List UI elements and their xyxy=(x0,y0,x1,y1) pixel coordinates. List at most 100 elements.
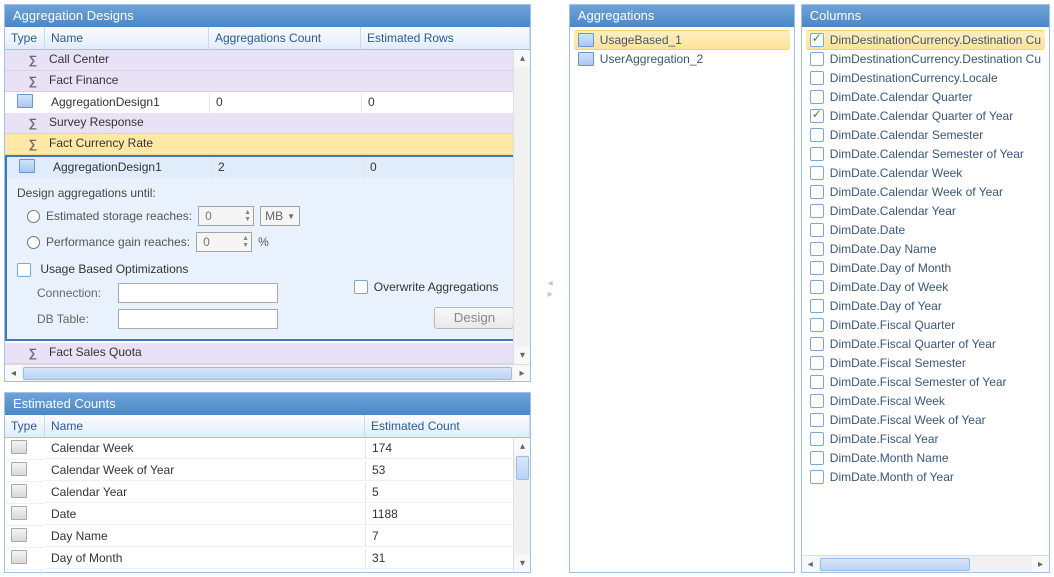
column-checkbox[interactable] xyxy=(810,185,824,199)
scroll-down-icon[interactable]: ▾ xyxy=(514,555,530,572)
column-item[interactable]: DimDate.Fiscal Semester xyxy=(806,354,1045,373)
column-checkbox[interactable] xyxy=(810,280,824,294)
column-item[interactable]: DimDate.Month Name xyxy=(806,449,1045,468)
column-checkbox[interactable] xyxy=(810,318,824,332)
col-agg[interactable]: Aggregations Count xyxy=(209,27,361,49)
column-checkbox[interactable] xyxy=(810,451,824,465)
col-est[interactable]: Estimated Rows xyxy=(361,27,530,49)
column-checkbox[interactable] xyxy=(810,128,824,142)
design-row[interactable]: AggregationDesign1 2 0 xyxy=(7,157,528,178)
radio-storage[interactable] xyxy=(27,210,40,223)
column-checkbox[interactable] xyxy=(810,394,824,408)
scroll-left-icon[interactable]: ◂ xyxy=(802,556,819,572)
aggregation-item[interactable]: UsageBased_1 xyxy=(574,30,790,50)
aggregation-item[interactable]: UserAggregation_2 xyxy=(574,50,790,69)
column-item[interactable]: DimDate.Month of Year xyxy=(806,468,1045,487)
radio-performance[interactable] xyxy=(27,236,40,249)
column-item[interactable]: DimDate.Fiscal Semester of Year xyxy=(806,373,1045,392)
column-checkbox[interactable] xyxy=(810,375,824,389)
column-checkbox[interactable] xyxy=(810,356,824,370)
scroll-thumb[interactable] xyxy=(516,456,529,480)
column-item[interactable]: DimDestinationCurrency.Destination Cu xyxy=(806,50,1045,69)
group-row[interactable]: ∑ Call Center xyxy=(5,50,530,71)
storage-unit-select[interactable]: MB▼ xyxy=(260,206,300,226)
connection-input[interactable] xyxy=(118,283,278,303)
column-item[interactable]: DimDate.Calendar Semester of Year xyxy=(806,145,1045,164)
column-checkbox[interactable] xyxy=(810,33,824,47)
column-item[interactable]: DimDate.Calendar Year xyxy=(806,202,1045,221)
column-checkbox[interactable] xyxy=(810,432,824,446)
column-item[interactable]: DimDate.Fiscal Week of Year xyxy=(806,411,1045,430)
table-row[interactable]: Date 1188 xyxy=(5,504,530,526)
column-item[interactable]: DimDate.Calendar Quarter of Year xyxy=(806,107,1045,126)
column-item[interactable]: DimDestinationCurrency.Destination Cu xyxy=(806,30,1045,50)
col-type[interactable]: Type xyxy=(5,27,45,49)
design-icon xyxy=(17,94,33,108)
group-row[interactable]: ∑ Fact Currency Rate xyxy=(5,134,530,155)
vertical-scrollbar[interactable]: ▴ ▾ xyxy=(513,438,530,572)
dbtable-input[interactable] xyxy=(118,309,278,329)
horizontal-scrollbar[interactable]: ◂ ▸ xyxy=(5,364,530,381)
column-item[interactable]: DimDate.Date xyxy=(806,221,1045,240)
column-item[interactable]: DimDate.Day Name xyxy=(806,240,1045,259)
column-item[interactable]: DimDate.Calendar Semester xyxy=(806,126,1045,145)
column-checkbox[interactable] xyxy=(810,71,824,85)
column-item[interactable]: DimDate.Fiscal Quarter xyxy=(806,316,1045,335)
column-checkbox[interactable] xyxy=(810,204,824,218)
column-checkbox[interactable] xyxy=(810,52,824,66)
column-checkbox[interactable] xyxy=(810,413,824,427)
col-count[interactable]: Estimated Count xyxy=(365,415,530,437)
col-name[interactable]: Name xyxy=(45,27,209,49)
column-checkbox[interactable] xyxy=(810,90,824,104)
ubo-checkbox[interactable] xyxy=(17,263,31,277)
group-row[interactable]: ∑ Survey Response xyxy=(5,113,530,134)
table-row[interactable]: Day Name 7 xyxy=(5,526,530,548)
design-button[interactable]: Design xyxy=(434,307,514,329)
overwrite-checkbox[interactable] xyxy=(354,280,368,294)
column-checkbox[interactable] xyxy=(810,337,824,351)
vertical-scrollbar[interactable]: ▴ ▾ xyxy=(513,50,530,364)
performance-stepper[interactable]: 0▲▼ xyxy=(196,232,252,252)
column-item[interactable]: DimDestinationCurrency.Locale xyxy=(806,69,1045,88)
scroll-up-icon[interactable]: ▴ xyxy=(514,438,530,455)
column-item[interactable]: DimDate.Fiscal Week xyxy=(806,392,1045,411)
scroll-thumb[interactable] xyxy=(23,367,512,380)
table-row[interactable]: Calendar Week of Year 53 xyxy=(5,460,530,482)
column-checkbox[interactable] xyxy=(810,299,824,313)
table-row[interactable]: Calendar Week 174 xyxy=(5,438,530,460)
column-item[interactable]: DimDate.Day of Month xyxy=(806,259,1045,278)
storage-stepper[interactable]: 0▲▼ xyxy=(198,206,254,226)
column-item[interactable]: DimDate.Fiscal Year xyxy=(806,430,1045,449)
table-row[interactable]: Day of Week 7 xyxy=(5,570,530,572)
scroll-left-icon[interactable]: ◂ xyxy=(5,365,22,381)
column-checkbox[interactable] xyxy=(810,470,824,484)
column-checkbox[interactable] xyxy=(810,109,824,123)
scroll-right-icon[interactable]: ▸ xyxy=(1032,556,1049,572)
horizontal-scrollbar[interactable]: ◂ ▸ xyxy=(802,555,1049,572)
group-row[interactable]: ∑ Fact Finance xyxy=(5,71,530,92)
scroll-right-icon[interactable]: ▸ xyxy=(513,365,530,381)
column-item[interactable]: DimDate.Day of Week xyxy=(806,278,1045,297)
table-row[interactable]: Calendar Year 5 xyxy=(5,482,530,504)
column-checkbox[interactable] xyxy=(810,242,824,256)
columns-panel: Columns DimDestinationCurrency.Destinati… xyxy=(801,4,1050,573)
column-item[interactable]: DimDate.Calendar Week xyxy=(806,164,1045,183)
column-item[interactable]: DimDate.Calendar Quarter xyxy=(806,88,1045,107)
column-checkbox[interactable] xyxy=(810,261,824,275)
column-checkbox[interactable] xyxy=(810,147,824,161)
group-label: Fact Currency Rate xyxy=(45,134,530,154)
scroll-up-icon[interactable]: ▴ xyxy=(514,50,530,67)
col-type[interactable]: Type xyxy=(5,415,45,437)
column-checkbox[interactable] xyxy=(810,223,824,237)
scroll-down-icon[interactable]: ▾ xyxy=(514,347,530,364)
column-item[interactable]: DimDate.Calendar Week of Year xyxy=(806,183,1045,202)
table-row[interactable]: Day of Month 31 xyxy=(5,548,530,570)
col-name[interactable]: Name xyxy=(45,415,365,437)
group-row[interactable]: ∑ Fact Sales Quota xyxy=(5,343,530,364)
design-row[interactable]: AggregationDesign1 0 0 xyxy=(5,92,530,113)
column-item[interactable]: DimDate.Day of Year xyxy=(806,297,1045,316)
column-item[interactable]: DimDate.Fiscal Quarter of Year xyxy=(806,335,1045,354)
scroll-thumb[interactable] xyxy=(820,558,970,571)
column-checkbox[interactable] xyxy=(810,166,824,180)
splitter-handle[interactable]: ◂▸ xyxy=(541,4,558,573)
